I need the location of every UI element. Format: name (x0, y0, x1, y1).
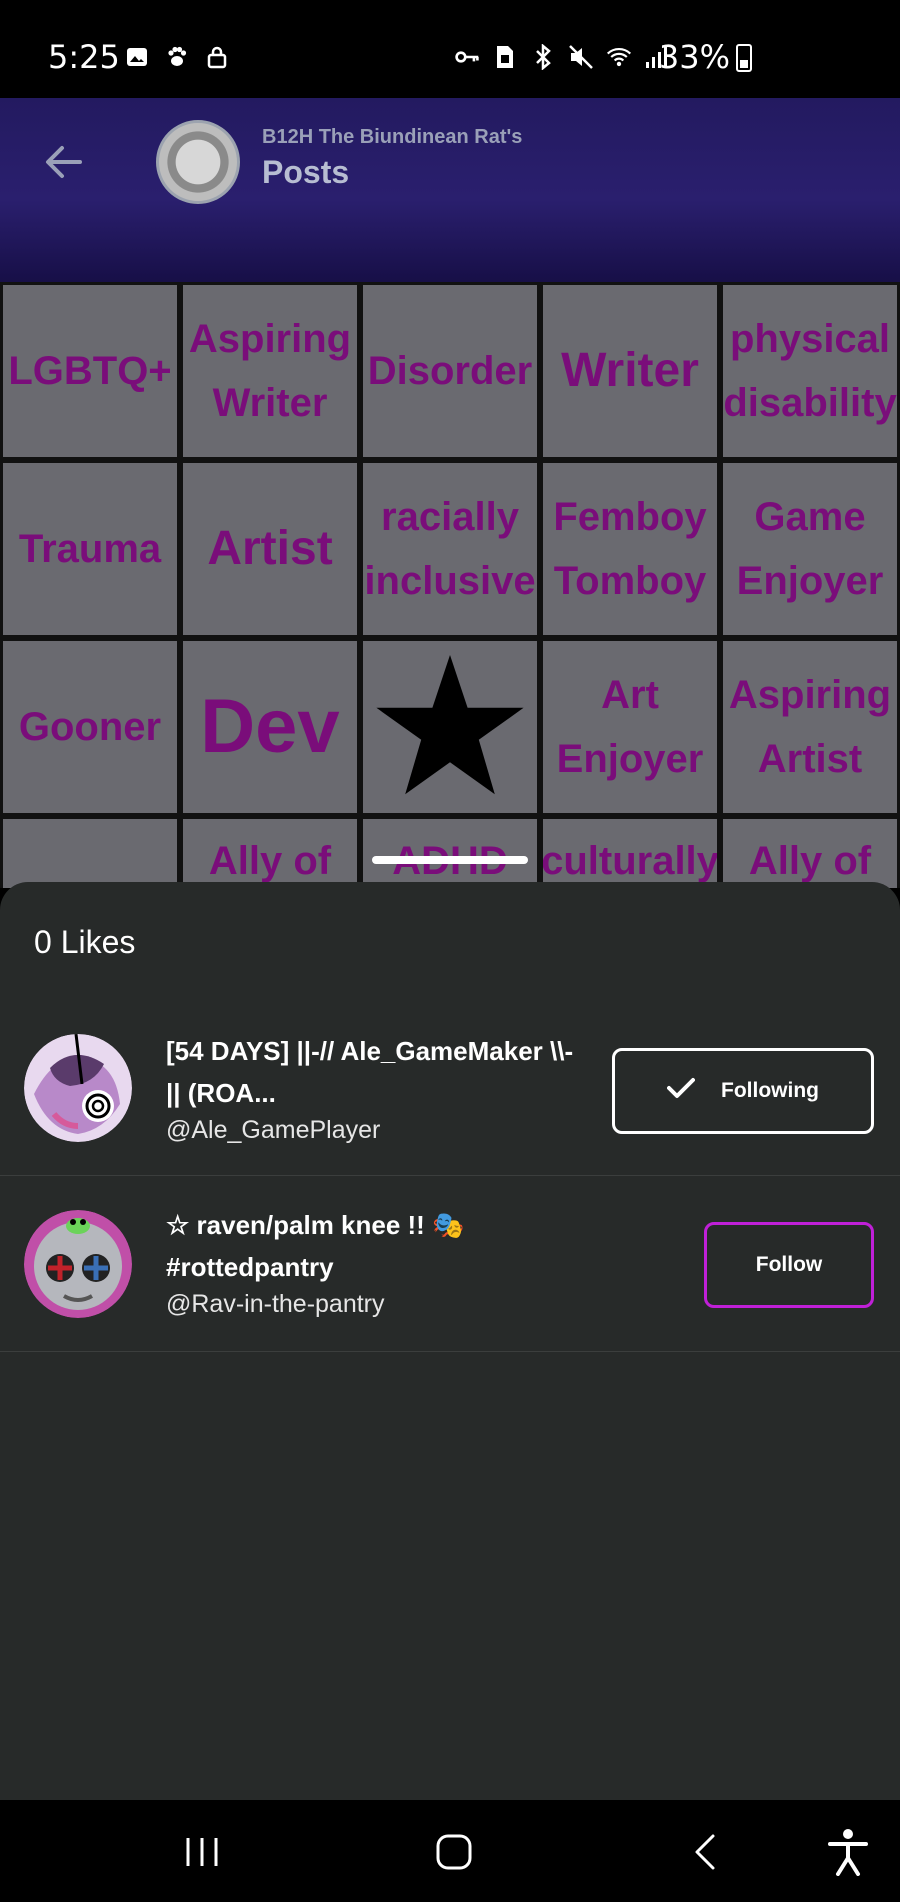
follow-button[interactable]: Follow (704, 1222, 874, 1308)
bingo-cell (0, 816, 180, 888)
back-arrow-icon[interactable] (40, 138, 88, 186)
user-display-name: ☆ raven/palm knee !! 🎭 #rottedpantry (166, 1210, 465, 1282)
post-author: B12H The Biundinean Rat's (262, 126, 523, 148)
bingo-cell: Trauma (0, 460, 180, 638)
avatar[interactable] (24, 1034, 132, 1142)
key-icon (454, 44, 480, 70)
status-bar: 5:25 33% (0, 0, 900, 98)
bingo-cell: Disorder (360, 282, 540, 460)
status-time: 5:25 (48, 38, 120, 76)
home-icon[interactable] (424, 1822, 484, 1882)
bingo-cell: culturally (540, 816, 720, 888)
bingo-cell: Ally of (720, 816, 900, 888)
sim-icon (492, 44, 518, 70)
header-avatar[interactable] (156, 120, 240, 204)
bingo-cell: Femboy Tomboy (540, 460, 720, 638)
bingo-cell: Artist (180, 460, 360, 638)
user-handle: @Rav-in-the-pantry (166, 1290, 385, 1318)
bingo-cell: physical disability (720, 282, 900, 460)
bingo-board: LGBTQ+ Aspiring Writer Disorder Writer p… (0, 282, 900, 888)
avatar[interactable] (24, 1210, 132, 1318)
bingo-cell: Aspiring Artist (720, 638, 900, 816)
lock-icon (204, 44, 230, 70)
following-button[interactable]: Following (612, 1048, 874, 1134)
bingo-cell: Aspiring Writer (180, 282, 360, 460)
paw-icon (164, 44, 190, 70)
recent-apps-icon[interactable] (172, 1822, 232, 1882)
user-row[interactable]: [54 DAYS] ||-// Ale_GameMaker \\-|| (ROA… (0, 1000, 900, 1176)
back-icon[interactable] (676, 1822, 736, 1882)
bingo-cell: Writer (540, 282, 720, 460)
bingo-cell: Gooner (0, 638, 180, 816)
user-row[interactable]: ☆ raven/palm knee !! 🎭 #rottedpantry @Ra… (0, 1176, 900, 1352)
bingo-cell: Game Enjoyer (720, 460, 900, 638)
following-button-label: Following (721, 1079, 819, 1102)
bingo-free-cell (360, 638, 540, 816)
battery-percent: 33% (658, 38, 730, 76)
system-nav-bar (0, 1800, 900, 1902)
post-background: B12H The Biundinean Rat's Posts LGBTQ+ A… (0, 98, 900, 888)
bingo-cell: Dev (180, 638, 360, 816)
wifi-icon (606, 44, 632, 70)
post-header: B12H The Biundinean Rat's Posts (0, 98, 900, 282)
star-icon (376, 655, 524, 795)
bingo-cell: Ally of (180, 816, 360, 888)
bingo-cell: ADHD (360, 816, 540, 888)
bingo-cell: Art Enjoyer (540, 638, 720, 816)
user-handle: @Ale_GamePlayer (166, 1116, 381, 1144)
battery-icon (736, 44, 752, 72)
likes-sheet: 0 Likes [54 DAYS] ||-// Ale_GameMaker \\… (0, 882, 900, 1800)
likes-count-title: 0 Likes (34, 924, 136, 960)
bluetooth-icon (530, 44, 556, 70)
accessibility-icon[interactable] (818, 1822, 878, 1882)
sheet-drag-handle[interactable] (372, 856, 528, 864)
checkmark-icon (667, 1077, 695, 1105)
bingo-cell: racially inclusive (360, 460, 540, 638)
gallery-icon (124, 44, 150, 70)
user-display-name: [54 DAYS] ||-// Ale_GameMaker \\-|| (ROA… (166, 1036, 574, 1108)
page-title: Posts (262, 154, 350, 190)
mute-icon (568, 44, 594, 70)
bingo-cell: LGBTQ+ (0, 282, 180, 460)
